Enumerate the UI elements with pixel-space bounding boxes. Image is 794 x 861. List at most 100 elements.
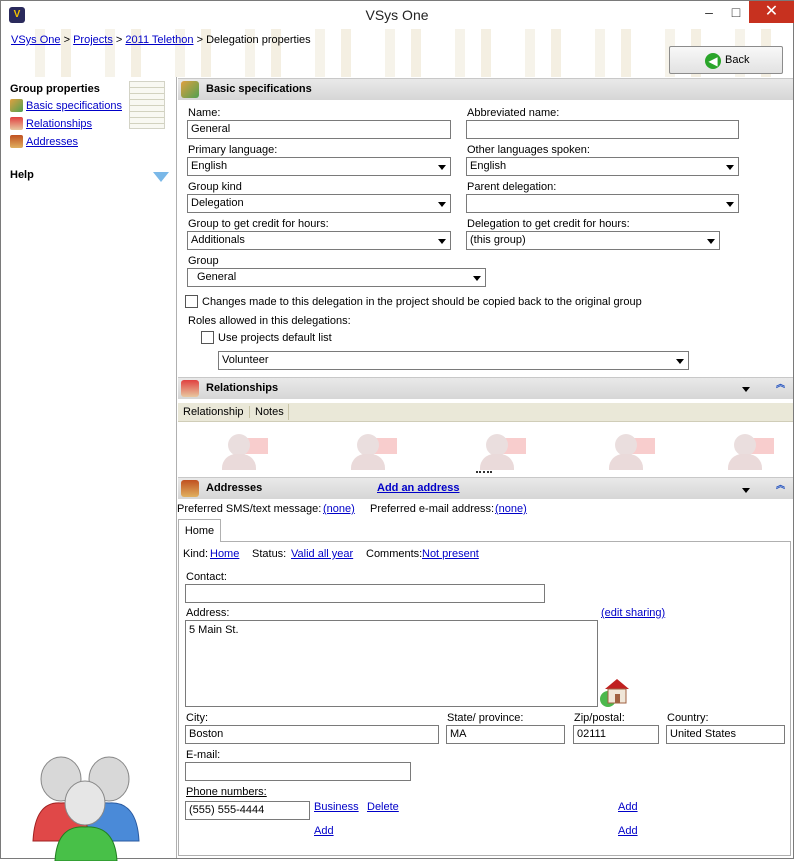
phone-numbers-label: Phone numbers: <box>186 786 267 798</box>
chevron-down-icon <box>473 276 481 281</box>
splitter-grip[interactable] <box>476 471 492 473</box>
left-navigation-pane: Group properties Basic specifications Re… <box>1 77 177 861</box>
kind-label: Kind: <box>183 548 209 560</box>
tab-home[interactable]: Home <box>178 519 221 542</box>
zip-input[interactable]: 02111 <box>573 725 659 744</box>
contact-label: Contact: <box>186 571 227 583</box>
parent-delegation-label: Parent delegation: <box>467 181 557 193</box>
relationships-header: Relationships <box>178 377 793 399</box>
add-address-link[interactable]: Add an address <box>377 482 460 494</box>
section-title: Relationships <box>206 382 279 394</box>
abbreviated-name-label: Abbreviated name: <box>467 107 560 119</box>
state-input[interactable]: MA <box>446 725 565 744</box>
delete-phone-link[interactable]: Delete <box>367 801 399 813</box>
minimize-button[interactable]: – <box>696 1 722 23</box>
credit-delegation-select[interactable]: (this group) <box>466 231 720 250</box>
group-select[interactable]: General <box>187 268 486 287</box>
address-label: Address: <box>186 607 230 619</box>
breadcrumb-separator: > <box>63 34 71 46</box>
edit-sharing-link[interactable]: (edit sharing) <box>601 607 665 619</box>
chevron-down-icon <box>726 165 734 170</box>
kind-link[interactable]: Home <box>210 548 239 560</box>
select-value: Volunteer <box>222 354 269 366</box>
breadcrumb-link-home[interactable]: VSys One <box>11 34 61 46</box>
relationship-icon <box>10 117 23 130</box>
column-header-relationship[interactable]: Relationship <box>183 406 244 418</box>
house-icon <box>181 480 199 497</box>
status-label: Status: <box>252 548 287 560</box>
breadcrumb-link-projects[interactable]: Projects <box>73 34 113 46</box>
credit-delegation-label: Delegation to get credit for hours: <box>467 218 630 230</box>
phone-type-link[interactable]: Business <box>314 801 359 813</box>
nav-item-basic-specifications[interactable]: Basic specifications <box>10 99 122 113</box>
collapse-icon[interactable]: ︽ <box>776 481 785 490</box>
credit-group-label: Group to get credit for hours: <box>188 218 329 230</box>
house-icon <box>10 135 23 148</box>
country-input[interactable]: United States <box>666 725 785 744</box>
city-label: City: <box>186 712 208 724</box>
group-kind-select[interactable]: Delegation <box>187 194 451 213</box>
city-input[interactable]: Boston <box>185 725 439 744</box>
nav-item-label[interactable]: Relationships <box>26 118 92 130</box>
copy-back-label: Changes made to this delegation in the p… <box>202 296 642 308</box>
email-label: E-mail: <box>186 749 221 761</box>
nav-title: Group properties <box>10 83 100 95</box>
credit-group-select[interactable]: Additionals <box>187 231 451 250</box>
add-email-link[interactable]: Add <box>618 801 638 813</box>
collapse-icon[interactable]: ︽ <box>776 380 785 389</box>
help-section-title: Help <box>10 169 34 181</box>
chevron-down-icon <box>726 202 734 207</box>
chevron-down-icon[interactable] <box>742 387 750 392</box>
select-value: English <box>470 160 507 172</box>
roles-select[interactable]: Volunteer <box>218 351 689 370</box>
close-button[interactable]: ✕ <box>749 1 794 23</box>
watermark-icon <box>607 430 655 470</box>
name-input[interactable]: General <box>187 120 451 139</box>
address-textarea[interactable]: 5 Main St. <box>185 620 598 707</box>
copy-back-checkbox[interactable] <box>185 295 198 308</box>
chevron-down-icon[interactable] <box>742 488 750 493</box>
primary-language-label: Primary language: <box>188 144 278 156</box>
primary-language-select[interactable]: English <box>187 157 451 176</box>
watermark-icon <box>220 430 268 470</box>
nav-item-addresses[interactable]: Addresses <box>10 135 78 149</box>
phone-input[interactable]: (555) 555-4444 <box>185 801 310 820</box>
use-default-list-checkbox[interactable] <box>201 331 214 344</box>
comments-label: Comments: <box>366 548 423 560</box>
people-icon <box>10 99 23 112</box>
nav-item-label[interactable]: Basic specifications <box>26 100 122 112</box>
comments-link[interactable]: Not present <box>422 548 479 560</box>
chevron-down-icon <box>438 202 446 207</box>
nav-item-label[interactable]: Addresses <box>26 136 78 148</box>
email-input[interactable] <box>185 762 411 781</box>
back-button[interactable]: ◀ Back <box>669 46 783 74</box>
preferred-sms-link[interactable]: (none) <box>323 503 355 515</box>
relationships-grid-header: Relationship Notes <box>178 403 793 422</box>
contact-input[interactable] <box>185 584 545 603</box>
column-divider <box>288 404 289 420</box>
add-phone-link[interactable]: Add <box>314 825 334 837</box>
section-title: Addresses <box>206 482 263 494</box>
use-default-list-label: Use projects default list <box>218 332 332 344</box>
breadcrumb: VSys One > Projects > 2011 Telethon > De… <box>11 34 311 46</box>
addresses-header: Addresses Add an address <box>178 477 793 499</box>
column-header-notes[interactable]: Notes <box>249 406 284 418</box>
breadcrumb-link-telethon[interactable]: 2011 Telethon <box>125 34 193 46</box>
other-languages-select[interactable]: English <box>466 157 739 176</box>
abbreviated-name-input[interactable] <box>466 120 739 139</box>
preferred-email-label: Preferred e-mail address: <box>370 503 495 515</box>
relationships-empty-area <box>178 422 793 476</box>
watermark-icon <box>349 430 397 470</box>
preferred-email-link[interactable]: (none) <box>495 503 527 515</box>
breadcrumb-current: Delegation properties <box>206 34 311 46</box>
expand-help-icon[interactable] <box>153 172 169 182</box>
maximize-button[interactable]: □ <box>723 1 749 23</box>
house-map-icon[interactable] <box>599 675 633 707</box>
nav-item-relationships[interactable]: Relationships <box>10 117 92 131</box>
add-link[interactable]: Add <box>618 825 638 837</box>
page-header: VSys One > Projects > 2011 Telethon > De… <box>1 29 793 77</box>
status-link[interactable]: Valid all year <box>291 548 353 560</box>
watermark-icon <box>726 430 774 470</box>
breadcrumb-separator: > <box>196 34 204 46</box>
parent-delegation-select[interactable] <box>466 194 739 213</box>
